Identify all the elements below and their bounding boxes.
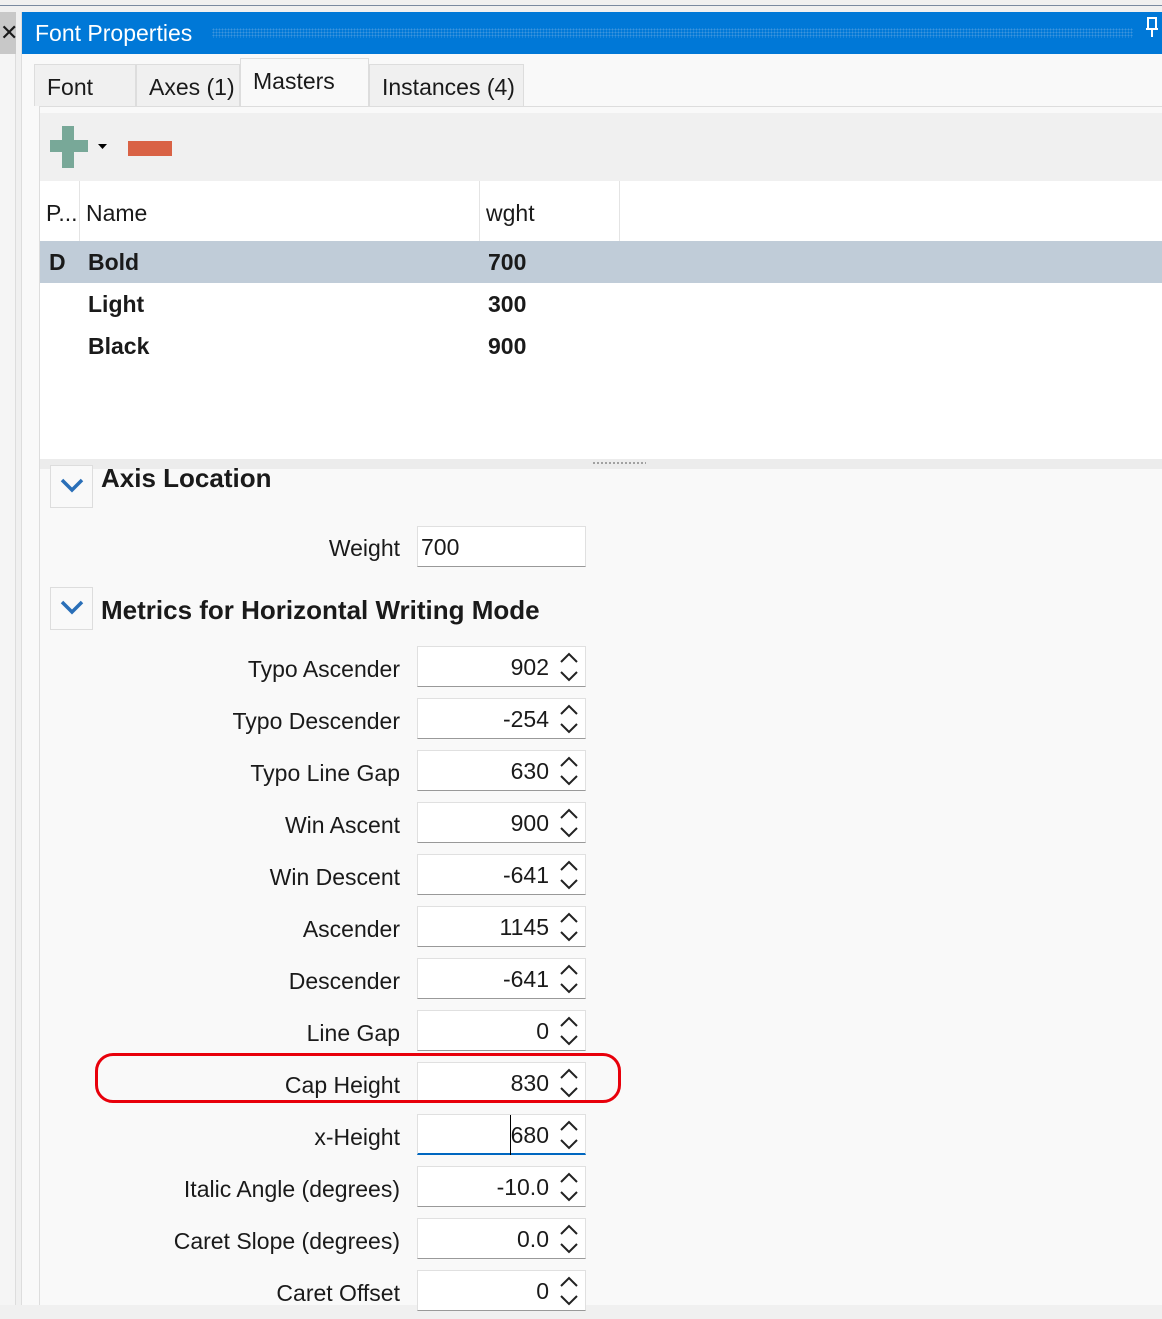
caret-slope-degrees-spinbox[interactable]: 0.0	[417, 1218, 586, 1259]
tab-axes[interactable]: Axes (1)	[136, 64, 240, 106]
metrics-header: Metrics for Horizontal Writing Mode	[50, 587, 540, 630]
pin-icon[interactable]	[1145, 12, 1159, 54]
field-value: 0	[536, 1018, 549, 1044]
spinner-arrows-icon[interactable]	[559, 1171, 579, 1203]
spinner-arrows-icon[interactable]	[559, 1223, 579, 1255]
row-name: Black	[88, 333, 150, 359]
spinner-arrows-icon[interactable]	[559, 651, 579, 683]
weight-label: Weight	[328, 535, 400, 561]
column-header-name[interactable]: Name	[80, 181, 480, 241]
row-name: Light	[88, 291, 145, 317]
row-wght: 300	[488, 291, 527, 317]
italic-angle-degrees-label: Italic Angle (degrees)	[183, 1176, 400, 1202]
row-name: Bold	[88, 249, 140, 275]
x-height-spinbox[interactable]: 680	[417, 1114, 586, 1155]
x-height-label: x-Height	[314, 1124, 400, 1150]
spinner-arrows-icon[interactable]	[559, 1015, 579, 1047]
field-value: -641	[502, 862, 549, 888]
tab-masters[interactable]: Masters (3)	[240, 58, 369, 138]
typo-ascender-label: Typo Ascender	[247, 656, 400, 682]
win-ascent-label: Win Ascent	[284, 812, 400, 838]
field-value: 700	[421, 534, 460, 560]
italic-angle-highlight	[95, 1053, 621, 1103]
table-row[interactable]: Black 900	[40, 325, 1162, 367]
spinner-arrows-icon[interactable]	[559, 755, 579, 787]
masters-toolbar	[40, 113, 1162, 181]
typo-line-gap-spinbox[interactable]: 630	[417, 750, 586, 791]
field-value: -10.0	[496, 1174, 549, 1200]
win-ascent-spinbox[interactable]: 900	[417, 802, 586, 843]
remove-master-button[interactable]	[128, 141, 172, 156]
add-master-button[interactable]	[50, 126, 112, 175]
caret-slope-degrees-label: Caret Slope (degrees)	[173, 1228, 400, 1254]
spinner-arrows-icon[interactable]	[559, 1119, 579, 1151]
section-title: Metrics for Horizontal Writing Mode	[101, 595, 540, 625]
field-value: 902	[510, 654, 549, 680]
typo-descender-label: Typo Descender	[232, 708, 400, 734]
column-header-p[interactable]: P...	[40, 181, 80, 241]
font-properties-panel: Font Properties Font Axes (1) Masters (3…	[21, 12, 1162, 1311]
tab-instances[interactable]: Instances (4)	[369, 64, 524, 106]
spinner-arrows-icon[interactable]	[559, 911, 579, 943]
caret-offset-label: Caret Offset	[276, 1280, 400, 1306]
win-descent-label: Win Descent	[269, 864, 400, 890]
tab-label: Instances (4)	[382, 74, 515, 100]
field-value: 1145	[499, 914, 549, 940]
field-value: 0.0	[517, 1226, 549, 1252]
weight-input[interactable]: 700	[417, 526, 586, 567]
field-value: -641	[502, 966, 549, 992]
spinner-arrows-icon[interactable]	[559, 1275, 579, 1307]
column-header-wght[interactable]: wght	[480, 181, 620, 241]
field-value: 630	[510, 758, 549, 784]
chevron-down-icon[interactable]	[50, 587, 93, 630]
field-value: -254	[502, 706, 549, 732]
panel-title: Font Properties	[35, 20, 193, 46]
spinner-arrows-icon[interactable]	[559, 703, 579, 735]
row-default-marker: D	[49, 249, 66, 275]
spinner-arrows-icon[interactable]	[559, 963, 579, 995]
italic-angle-degrees-spinbox[interactable]: -10.0	[417, 1166, 586, 1207]
line-gap-spinbox[interactable]: 0	[417, 1010, 586, 1051]
row-wght: 700	[488, 249, 527, 275]
field-value: 0	[536, 1278, 549, 1304]
descender-spinbox[interactable]: -641	[417, 958, 586, 999]
chevron-down-icon[interactable]	[50, 465, 93, 508]
tab-font[interactable]: Font	[34, 64, 136, 106]
row-wght: 900	[488, 333, 527, 359]
left-panel-strip	[0, 12, 16, 1305]
tab-label: Axes (1)	[149, 74, 235, 100]
top-border	[0, 0, 1162, 6]
line-gap-label: Line Gap	[306, 1020, 400, 1046]
typo-ascender-spinbox[interactable]: 902	[417, 646, 586, 687]
tab-label: Font	[47, 74, 94, 100]
section-title: Axis Location	[101, 463, 272, 493]
typo-descender-spinbox[interactable]: -254	[417, 698, 586, 739]
win-descent-spinbox[interactable]: -641	[417, 854, 586, 895]
field-value: 680	[509, 1115, 549, 1155]
typo-line-gap-label: Typo Line Gap	[250, 760, 400, 786]
table-row[interactable]: D Bold 700	[40, 241, 1162, 283]
table-row[interactable]: Light 300	[40, 283, 1162, 325]
masters-table: P... Name wght D Bold 700 Light 300 Blac…	[40, 181, 1162, 459]
masters-tab-content: P... Name wght D Bold 700 Light 300 Blac…	[39, 106, 1162, 1311]
descender-label: Descender	[288, 968, 400, 994]
close-icon[interactable]: ✕	[0, 12, 18, 54]
ascender-spinbox[interactable]: 1145	[417, 906, 586, 947]
panel-title-bar: Font Properties	[22, 12, 1162, 54]
field-value: 900	[510, 810, 549, 836]
spinner-arrows-icon[interactable]	[559, 859, 579, 891]
ascender-label: Ascender	[302, 916, 400, 942]
spinner-arrows-icon[interactable]	[559, 807, 579, 839]
axis-location-header: Axis Location	[50, 463, 272, 508]
